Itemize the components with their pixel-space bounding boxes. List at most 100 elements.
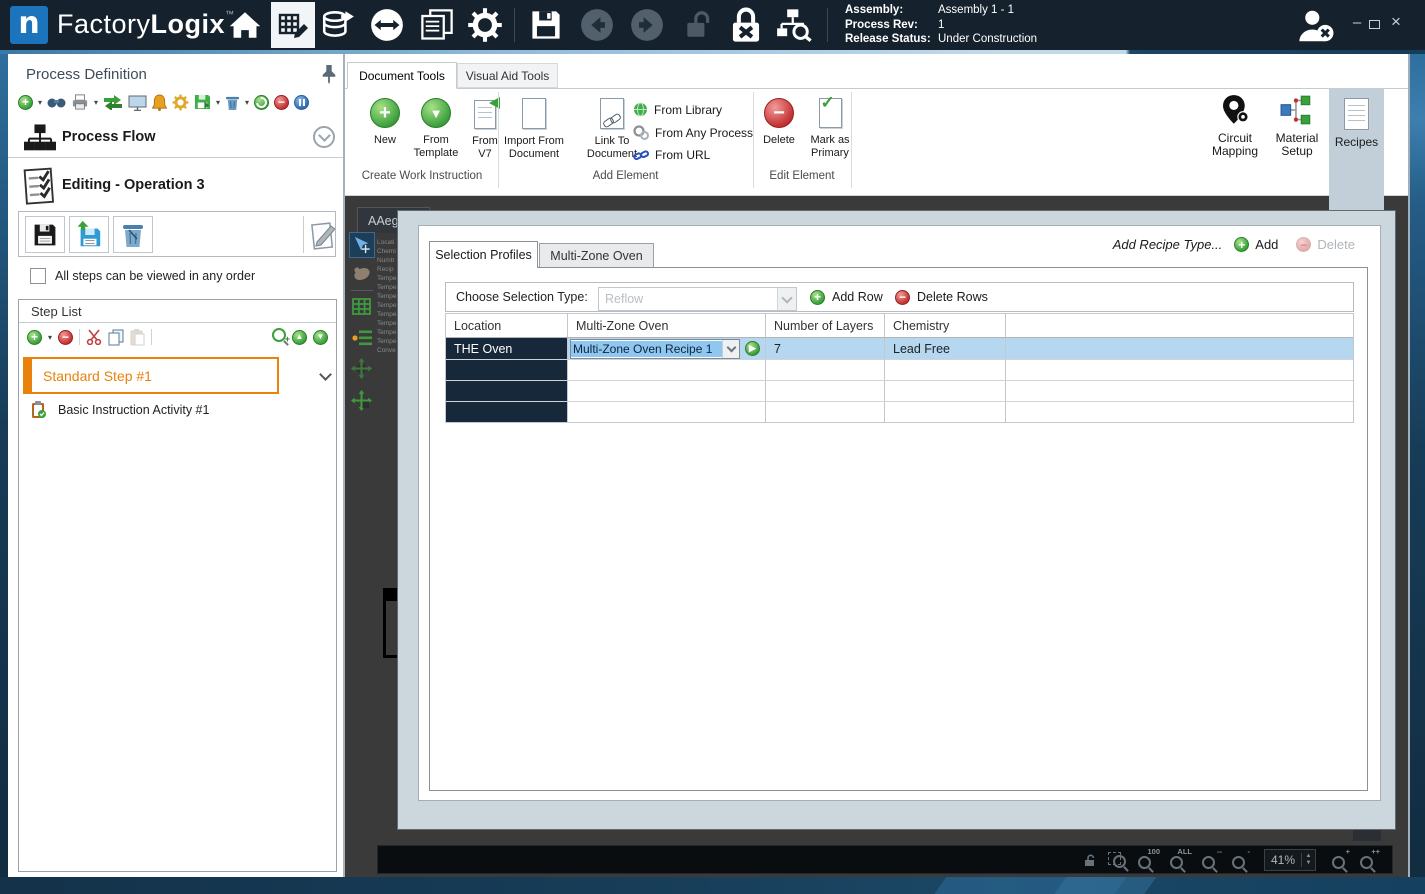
recipes-button-selected[interactable]: Recipes — [1329, 88, 1384, 212]
cell-recipe[interactable] — [568, 381, 766, 401]
pause-button[interactable] — [294, 95, 309, 110]
import-from-document-button[interactable]: Import From Document — [497, 98, 571, 161]
col-extra[interactable] — [1006, 314, 1353, 337]
cell-extra[interactable] — [1006, 360, 1353, 380]
col-chemistry[interactable]: Chemistry — [885, 314, 1006, 337]
lock-button[interactable] — [728, 6, 764, 49]
tab-visual-aid-tools[interactable]: Visual Aid Tools — [457, 63, 558, 88]
transfer-button[interactable] — [370, 8, 404, 47]
save-button[interactable] — [529, 8, 563, 47]
new-button[interactable]: + New — [362, 98, 408, 147]
process-flow-row[interactable]: Process Flow — [8, 118, 343, 158]
logout-user-button[interactable] — [1297, 8, 1337, 49]
add-dropdown[interactable]: ▾ — [38, 98, 42, 107]
delete-recipe-type-button-disabled[interactable]: − Delete — [1296, 237, 1355, 252]
zoom-100-button[interactable]: 100 — [1138, 851, 1158, 869]
refresh-button[interactable] — [254, 95, 269, 110]
selection-type-combobox-disabled[interactable]: Reflow — [598, 287, 797, 311]
select-tool-selected[interactable] — [349, 232, 375, 258]
step-item-selected[interactable]: Standard Step #1 — [23, 357, 279, 394]
material-setup-button[interactable]: Material Setup — [1267, 94, 1327, 158]
close-button[interactable]: × — [1388, 12, 1404, 34]
selection-type-dropdown[interactable] — [777, 288, 796, 310]
zoom-all-button[interactable]: ALL — [1170, 851, 1190, 869]
cell-location[interactable]: THE Oven — [446, 338, 568, 359]
zoom-out-button[interactable]: - — [1232, 851, 1248, 869]
transfer-steps-icon[interactable] — [103, 94, 123, 110]
lock-small-icon[interactable] — [1084, 853, 1096, 867]
add-step-button[interactable]: + — [27, 330, 42, 345]
export-disk-icon[interactable] — [194, 94, 211, 110]
order-checkbox-row[interactable]: All steps can be viewed in any order — [30, 268, 255, 284]
cell-chemistry[interactable] — [885, 360, 1006, 380]
add-button[interactable]: + — [18, 95, 33, 110]
move-element-tool[interactable] — [351, 390, 372, 416]
cell-extra[interactable] — [1006, 381, 1353, 401]
zoom-spinner-arrows[interactable]: ▲▼ — [1301, 853, 1315, 867]
delete-rows-button[interactable]: − Delete Rows — [895, 290, 988, 305]
print-dropdown[interactable]: ▾ — [94, 98, 98, 107]
zoom-out-fast-button[interactable]: -- — [1202, 851, 1220, 869]
order-checkbox[interactable] — [30, 268, 46, 284]
print-icon[interactable] — [71, 94, 89, 110]
zoom-in-fast-button[interactable]: ++ — [1360, 851, 1378, 869]
cell-location[interactable] — [446, 360, 568, 380]
grid-tool[interactable] — [352, 298, 371, 320]
undo-button[interactable] — [580, 8, 614, 47]
zoom-selection-button[interactable] — [1108, 852, 1126, 868]
minimize-button[interactable]: – — [1349, 14, 1365, 34]
cell-location[interactable] — [446, 402, 568, 422]
move-up-button[interactable]: ▲ — [292, 330, 307, 345]
table-row[interactable] — [446, 381, 1353, 402]
remove-button[interactable]: − — [274, 95, 289, 110]
redo-button[interactable] — [630, 8, 664, 47]
remove-step-button[interactable]: − — [58, 330, 73, 345]
zoom-step-button[interactable]: + — [272, 328, 286, 347]
table-row[interactable] — [446, 402, 1353, 422]
documents-button[interactable] — [419, 8, 455, 47]
find-icon[interactable] — [47, 95, 66, 110]
copy-icon[interactable] — [108, 329, 124, 346]
alerts-bell-icon[interactable] — [152, 94, 167, 111]
zoom-in-button[interactable]: + — [1332, 851, 1348, 869]
unlock-button[interactable] — [682, 8, 714, 47]
cell-location[interactable] — [446, 381, 568, 401]
cell-recipe[interactable]: Multi-Zone Oven Recipe 1 ▶ — [568, 338, 766, 359]
cut-icon[interactable] — [86, 329, 102, 345]
presentation-icon[interactable] — [128, 94, 147, 111]
from-any-process-button[interactable]: From Any Process — [633, 125, 753, 140]
collapse-button[interactable] — [313, 126, 335, 148]
cell-extra[interactable] — [1006, 402, 1353, 422]
pan-tool[interactable] — [352, 264, 372, 287]
tab-selection-profiles[interactable]: Selection Profiles — [429, 241, 538, 268]
recipe-combobox[interactable]: Multi-Zone Oven Recipe 1 — [570, 339, 740, 359]
export-dropdown[interactable]: ▾ — [216, 98, 220, 107]
from-library-button[interactable]: From Library — [633, 102, 722, 117]
from-url-button[interactable]: From URL — [633, 148, 710, 162]
cell-chemistry[interactable]: Lead Free — [885, 338, 1006, 359]
table-row[interactable] — [446, 360, 1353, 381]
add-step-dropdown[interactable]: ▾ — [48, 333, 52, 342]
cell-recipe[interactable] — [568, 402, 766, 422]
settings-button[interactable] — [467, 7, 503, 48]
import-operation-button[interactable] — [69, 216, 109, 253]
open-recipe-button[interactable]: ▶ — [745, 341, 760, 356]
cell-chemistry[interactable] — [885, 381, 1006, 401]
pin-button[interactable] — [320, 64, 338, 89]
save-operation-button[interactable] — [25, 216, 65, 253]
recipe-combobox-dropdown[interactable] — [722, 340, 739, 358]
tab-document-tools[interactable]: Document Tools — [347, 62, 457, 89]
delete-operation-button[interactable] — [113, 216, 153, 253]
cell-chemistry[interactable] — [885, 402, 1006, 422]
cell-extra[interactable] — [1006, 338, 1353, 359]
activity-row[interactable]: Basic Instruction Activity #1 — [31, 400, 209, 420]
tab-multi-zone-oven[interactable]: Multi-Zone Oven — [539, 243, 654, 268]
col-location[interactable]: Location — [446, 314, 568, 337]
add-row-button[interactable]: + Add Row — [810, 290, 883, 305]
data-import-button[interactable] — [320, 9, 356, 46]
cell-recipe[interactable] — [568, 360, 766, 380]
cell-layers[interactable] — [766, 381, 885, 401]
col-multi-zone-oven[interactable]: Multi-Zone Oven — [568, 314, 766, 337]
delete-db-dropdown[interactable]: ▾ — [245, 98, 249, 107]
from-template-button[interactable]: ▼ From Template — [408, 98, 464, 160]
